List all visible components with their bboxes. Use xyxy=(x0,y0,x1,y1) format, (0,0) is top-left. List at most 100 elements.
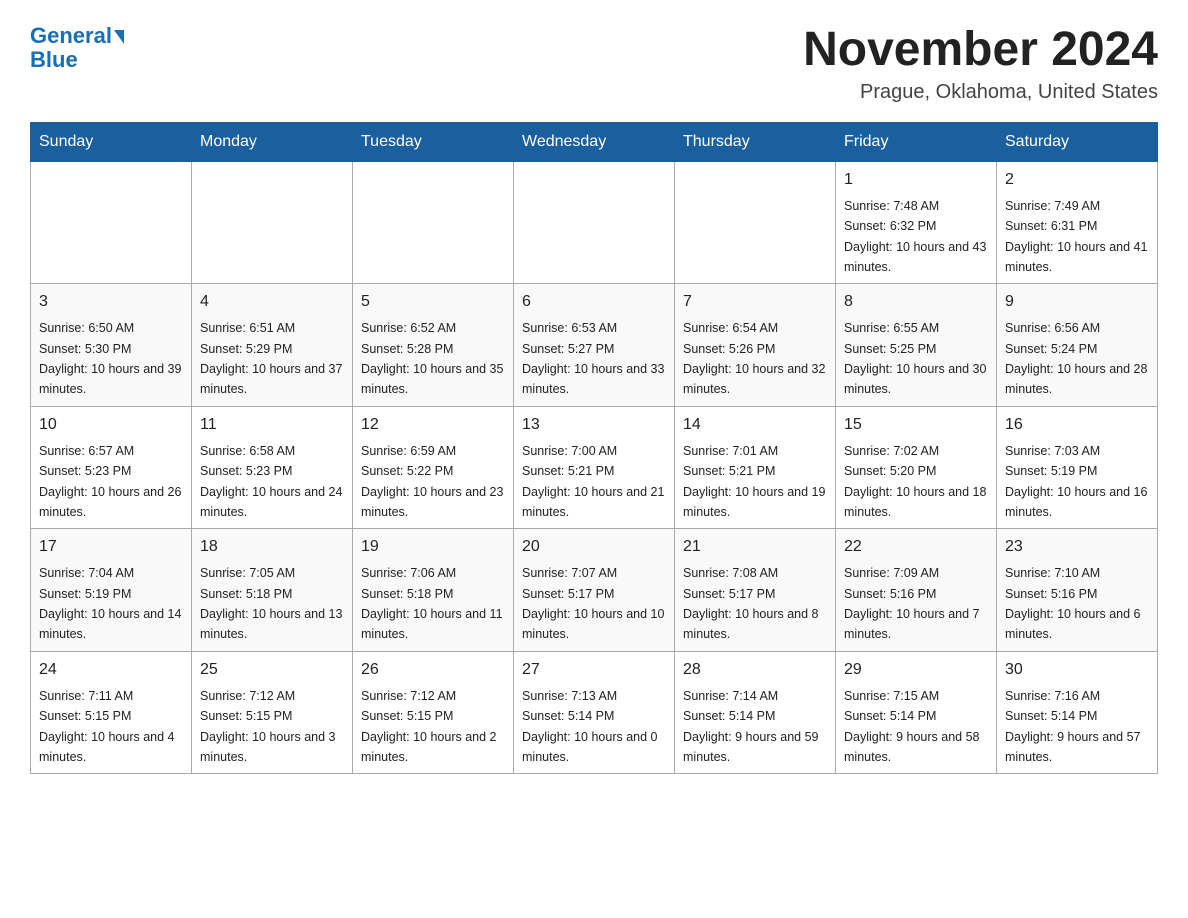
logo-general: General xyxy=(30,23,112,48)
day-number: 22 xyxy=(844,535,988,559)
weekday-header-sunday: Sunday xyxy=(31,122,192,161)
calendar-cell: 11 Sunrise: 6:58 AMSunset: 5:23 PMDayligh… xyxy=(192,406,353,529)
day-number: 30 xyxy=(1005,658,1149,682)
day-number: 21 xyxy=(683,535,827,559)
cell-info: Sunrise: 6:52 AMSunset: 5:28 PMDaylight:… xyxy=(361,321,503,396)
day-number: 17 xyxy=(39,535,183,559)
cell-info: Sunrise: 6:54 AMSunset: 5:26 PMDaylight:… xyxy=(683,321,825,396)
cell-info: Sunrise: 6:55 AMSunset: 5:25 PMDaylight:… xyxy=(844,321,986,396)
day-number: 20 xyxy=(522,535,666,559)
calendar-cell: 9 Sunrise: 6:56 AMSunset: 5:24 PMDaylight… xyxy=(997,284,1158,407)
day-number: 3 xyxy=(39,290,183,314)
calendar-cell xyxy=(675,161,836,284)
day-number: 4 xyxy=(200,290,344,314)
cell-info: Sunrise: 7:06 AMSunset: 5:18 PMDaylight:… xyxy=(361,566,503,641)
day-number: 11 xyxy=(200,413,344,437)
calendar-cell: 21 Sunrise: 7:08 AMSunset: 5:17 PMDayligh… xyxy=(675,529,836,652)
cell-info: Sunrise: 7:09 AMSunset: 5:16 PMDaylight:… xyxy=(844,566,980,641)
weekday-header-saturday: Saturday xyxy=(997,122,1158,161)
calendar-cell: 20Sunrise: 7:07 AMSunset: 5:17 PMDayligh… xyxy=(514,529,675,652)
day-number: 19 xyxy=(361,535,505,559)
calendar-cell: 29 Sunrise: 7:15 AMSunset: 5:14 PMDayligh… xyxy=(836,651,997,774)
calendar-cell: 10 Sunrise: 6:57 AMSunset: 5:23 PMDayligh… xyxy=(31,406,192,529)
cell-info: Sunrise: 7:02 AMSunset: 5:20 PMDaylight:… xyxy=(844,444,986,519)
week-row-1: 1Sunrise: 7:48 AMSunset: 6:32 PMDaylight… xyxy=(31,161,1158,284)
calendar-cell: 2Sunrise: 7:49 AMSunset: 6:31 PMDaylight… xyxy=(997,161,1158,284)
day-number: 26 xyxy=(361,658,505,682)
calendar-cell: 1Sunrise: 7:48 AMSunset: 6:32 PMDaylight… xyxy=(836,161,997,284)
cell-info: Sunrise: 6:56 AMSunset: 5:24 PMDaylight:… xyxy=(1005,321,1147,396)
week-row-4: 17 Sunrise: 7:04 AMSunset: 5:19 PMDayligh… xyxy=(31,529,1158,652)
cell-info: Sunrise: 7:03 AMSunset: 5:19 PMDaylight:… xyxy=(1005,444,1147,519)
week-row-2: 3 Sunrise: 6:50 AMSunset: 5:30 PMDaylight… xyxy=(31,284,1158,407)
day-number: 9 xyxy=(1005,290,1149,314)
cell-info: Sunrise: 7:00 AMSunset: 5:21 PMDaylight:… xyxy=(522,444,664,519)
calendar-cell: 15 Sunrise: 7:02 AMSunset: 5:20 PMDayligh… xyxy=(836,406,997,529)
day-number: 25 xyxy=(200,658,344,682)
day-number: 6 xyxy=(522,290,666,314)
logo: General Blue xyxy=(30,24,124,72)
location-title: Prague, Oklahoma, United States xyxy=(803,81,1158,104)
calendar-cell: 3 Sunrise: 6:50 AMSunset: 5:30 PMDaylight… xyxy=(31,284,192,407)
day-number: 5 xyxy=(361,290,505,314)
calendar-cell: 6 Sunrise: 6:53 AMSunset: 5:27 PMDaylight… xyxy=(514,284,675,407)
cell-info: Sunrise: 7:13 AMSunset: 5:14 PMDaylight:… xyxy=(522,689,658,764)
day-number: 28 xyxy=(683,658,827,682)
calendar-cell: 17 Sunrise: 7:04 AMSunset: 5:19 PMDayligh… xyxy=(31,529,192,652)
day-number: 18 xyxy=(200,535,344,559)
cell-info: Sunrise: 7:16 AMSunset: 5:14 PMDaylight:… xyxy=(1005,689,1141,764)
weekday-header-wednesday: Wednesday xyxy=(514,122,675,161)
day-number: 13 xyxy=(522,413,666,437)
calendar-cell: 4 Sunrise: 6:51 AMSunset: 5:29 PMDaylight… xyxy=(192,284,353,407)
day-number: 14 xyxy=(683,413,827,437)
cell-info: Sunrise: 6:53 AMSunset: 5:27 PMDaylight:… xyxy=(522,321,664,396)
day-number: 27 xyxy=(522,658,666,682)
weekday-header-monday: Monday xyxy=(192,122,353,161)
calendar-cell: 24 Sunrise: 7:11 AMSunset: 5:15 PMDayligh… xyxy=(31,651,192,774)
logo-text: General Blue xyxy=(30,24,124,72)
cell-info: Sunrise: 7:04 AMSunset: 5:19 PMDaylight:… xyxy=(39,566,181,641)
calendar-cell: 22 Sunrise: 7:09 AMSunset: 5:16 PMDayligh… xyxy=(836,529,997,652)
weekday-header-tuesday: Tuesday xyxy=(353,122,514,161)
day-number: 29 xyxy=(844,658,988,682)
day-number: 1 xyxy=(844,168,988,192)
day-number: 8 xyxy=(844,290,988,314)
cell-info: Sunrise: 7:12 AMSunset: 5:15 PMDaylight:… xyxy=(361,689,497,764)
month-title: November 2024 xyxy=(803,24,1158,77)
calendar-table: SundayMondayTuesdayWednesdayThursdayFrid… xyxy=(30,122,1158,775)
cell-info: Sunrise: 7:08 AMSunset: 5:17 PMDaylight:… xyxy=(683,566,819,641)
page-header: General Blue November 2024 Prague, Oklah… xyxy=(30,24,1158,104)
calendar-cell: 19 Sunrise: 7:06 AMSunset: 5:18 PMDayligh… xyxy=(353,529,514,652)
cell-info: Sunrise: 6:50 AMSunset: 5:30 PMDaylight:… xyxy=(39,321,181,396)
title-area: November 2024 Prague, Oklahoma, United S… xyxy=(803,24,1158,104)
week-row-5: 24 Sunrise: 7:11 AMSunset: 5:15 PMDayligh… xyxy=(31,651,1158,774)
day-number: 16 xyxy=(1005,413,1149,437)
calendar-cell: 18Sunrise: 7:05 AMSunset: 5:18 PMDayligh… xyxy=(192,529,353,652)
cell-info: Sunrise: 6:51 AMSunset: 5:29 PMDaylight:… xyxy=(200,321,342,396)
calendar-cell: 14Sunrise: 7:01 AMSunset: 5:21 PMDayligh… xyxy=(675,406,836,529)
cell-info: Sunrise: 7:49 AMSunset: 6:31 PMDaylight:… xyxy=(1005,199,1147,274)
weekday-header-row: SundayMondayTuesdayWednesdayThursdayFrid… xyxy=(31,122,1158,161)
day-number: 23 xyxy=(1005,535,1149,559)
logo-triangle-icon xyxy=(114,30,124,44)
weekday-header-friday: Friday xyxy=(836,122,997,161)
day-number: 10 xyxy=(39,413,183,437)
cell-info: Sunrise: 7:15 AMSunset: 5:14 PMDaylight:… xyxy=(844,689,980,764)
weekday-header-thursday: Thursday xyxy=(675,122,836,161)
logo-blue: Blue xyxy=(30,47,78,72)
cell-info: Sunrise: 6:58 AMSunset: 5:23 PMDaylight:… xyxy=(200,444,342,519)
cell-info: Sunrise: 7:12 AMSunset: 5:15 PMDaylight:… xyxy=(200,689,336,764)
calendar-cell: 8 Sunrise: 6:55 AMSunset: 5:25 PMDaylight… xyxy=(836,284,997,407)
cell-info: Sunrise: 6:57 AMSunset: 5:23 PMDaylight:… xyxy=(39,444,181,519)
day-number: 7 xyxy=(683,290,827,314)
calendar-cell: 26 Sunrise: 7:12 AMSunset: 5:15 PMDayligh… xyxy=(353,651,514,774)
calendar-cell xyxy=(192,161,353,284)
day-number: 24 xyxy=(39,658,183,682)
week-row-3: 10 Sunrise: 6:57 AMSunset: 5:23 PMDayligh… xyxy=(31,406,1158,529)
cell-info: Sunrise: 7:11 AMSunset: 5:15 PMDaylight:… xyxy=(39,689,175,764)
day-number: 15 xyxy=(844,413,988,437)
calendar-cell: 13 Sunrise: 7:00 AMSunset: 5:21 PMDayligh… xyxy=(514,406,675,529)
cell-info: Sunrise: 7:14 AMSunset: 5:14 PMDaylight:… xyxy=(683,689,819,764)
calendar-cell xyxy=(514,161,675,284)
calendar-cell: 25 Sunrise: 7:12 AMSunset: 5:15 PMDayligh… xyxy=(192,651,353,774)
